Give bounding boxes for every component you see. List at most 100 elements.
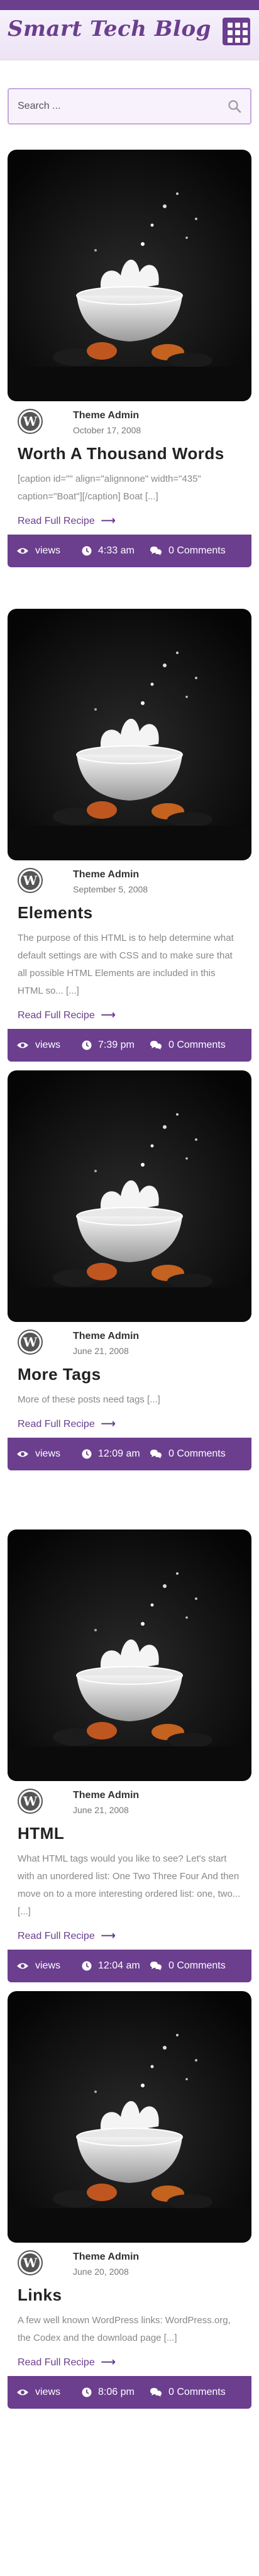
comments-stat[interactable]: 0 Comments <box>150 535 226 567</box>
post-meta: W Theme Admin June 21, 2008 <box>8 1781 251 1820</box>
post-card: W Theme Admin September 5, 2008 Elements… <box>8 609 251 1062</box>
site-header: Smart Tech Blog <box>0 10 259 60</box>
eye-icon <box>17 1963 28 1969</box>
post-meta: W Theme Admin September 5, 2008 <box>8 860 251 899</box>
post-stats-bar: views 4:33 am 0 Comments <box>8 535 251 567</box>
post-stats-bar: views 7:39 pm 0 Comments <box>8 1029 251 1062</box>
author-avatar[interactable]: W <box>18 1789 43 1814</box>
time-stat: 12:04 am <box>82 1950 140 1982</box>
site-title[interactable]: Smart Tech Blog <box>8 16 211 42</box>
views-stat: views <box>16 1438 60 1470</box>
author-avatar[interactable]: W <box>18 1330 43 1355</box>
post-date: October 17, 2008 <box>73 425 141 435</box>
post-meta: W Theme Admin October 17, 2008 <box>8 401 251 440</box>
views-label: views <box>35 2387 61 2397</box>
post-excerpt: More of these posts need tags [...] <box>18 1394 160 1405</box>
post-author[interactable]: Theme Admin <box>73 1331 139 1342</box>
time-stat: 8:06 pm <box>82 2376 135 2409</box>
time-stat: 4:33 am <box>82 535 135 567</box>
post-date: September 5, 2008 <box>73 884 148 894</box>
post-featured-image[interactable] <box>8 1530 251 1781</box>
arrow-right-icon: ⟶ <box>101 1419 116 1430</box>
post-time: 12:04 am <box>98 1960 140 1971</box>
post-featured-image[interactable] <box>8 1991 251 2243</box>
read-more-label: Read Full Recipe <box>18 516 95 526</box>
read-more-label: Read Full Recipe <box>18 1010 95 1021</box>
post-time: 4:33 am <box>98 545 135 556</box>
read-more-link[interactable]: Read Full Recipe ⟶ <box>8 1000 251 1029</box>
wordpress-icon: W <box>21 871 40 890</box>
post-meta: W Theme Admin June 21, 2008 <box>8 1322 251 1361</box>
post-featured-image[interactable] <box>8 1070 251 1322</box>
post-title[interactable]: Elements <box>8 899 251 923</box>
wordpress-icon: W <box>21 2253 40 2272</box>
post-card: W Theme Admin June 21, 2008 More Tags Mo… <box>8 1070 251 1470</box>
comments-stat[interactable]: 0 Comments <box>150 1029 226 1062</box>
read-more-label: Read Full Recipe <box>18 1931 95 1941</box>
wordpress-icon: W <box>21 1792 40 1811</box>
read-more-link[interactable]: Read Full Recipe ⟶ <box>8 2347 251 2376</box>
author-avatar[interactable]: W <box>18 2250 43 2275</box>
post-title[interactable]: HTML <box>8 1820 251 1844</box>
views-stat: views <box>16 535 60 567</box>
comments-icon <box>150 546 162 555</box>
post-author[interactable]: Theme Admin <box>73 1790 139 1801</box>
post-stats-bar: views 12:04 am 0 Comments <box>8 1950 251 1982</box>
post-title[interactable]: Links <box>8 2282 251 2306</box>
comments-count: 0 Comments <box>168 1960 226 1971</box>
views-label: views <box>35 1040 61 1050</box>
eye-icon <box>17 2389 28 2396</box>
views-stat: views <box>16 2376 60 2409</box>
post-excerpt: What HTML tags would you like to see? Le… <box>18 1853 241 1917</box>
post-date: June 21, 2008 <box>73 1346 129 1356</box>
wordpress-icon: W <box>21 1333 40 1352</box>
svg-text:W: W <box>23 414 38 429</box>
eye-icon <box>17 1042 28 1048</box>
clock-icon <box>82 546 92 556</box>
read-more-link[interactable]: Read Full Recipe ⟶ <box>8 1921 251 1950</box>
read-more-link[interactable]: Read Full Recipe ⟶ <box>8 506 251 535</box>
comments-count: 0 Comments <box>168 1448 226 1459</box>
post-author[interactable]: Theme Admin <box>73 2251 139 2263</box>
search-box <box>8 88 251 125</box>
post-excerpt: A few well known WordPress links: WordPr… <box>18 2315 231 2343</box>
menu-grid-icon <box>228 23 233 28</box>
post-author[interactable]: Theme Admin <box>73 869 139 880</box>
post-time: 8:06 pm <box>98 2387 135 2397</box>
post-excerpt: The purpose of this HTML is to help dete… <box>18 933 234 996</box>
post-title[interactable]: More Tags <box>8 1361 251 1385</box>
arrow-right-icon: ⟶ <box>101 1010 116 1021</box>
post-stats-bar: views 12:09 am 0 Comments <box>8 1438 251 1470</box>
arrow-right-icon: ⟶ <box>101 2357 116 2368</box>
comments-stat[interactable]: 0 Comments <box>150 1438 226 1470</box>
post-featured-image[interactable] <box>8 150 251 401</box>
views-label: views <box>35 545 61 556</box>
comments-stat[interactable]: 0 Comments <box>150 1950 226 1982</box>
post-meta: W Theme Admin June 20, 2008 <box>8 2243 251 2282</box>
post-card: W Theme Admin June 20, 2008 Links A few … <box>8 1991 251 2409</box>
comments-icon <box>150 1449 162 1458</box>
post-title[interactable]: Worth A Thousand Words <box>8 440 251 464</box>
comments-icon <box>150 2387 162 2397</box>
read-more-label: Read Full Recipe <box>18 1419 95 1430</box>
post-card: W Theme Admin June 21, 2008 HTML What HT… <box>8 1530 251 1982</box>
post-featured-image[interactable] <box>8 609 251 860</box>
post-date: June 20, 2008 <box>73 2267 129 2277</box>
author-avatar[interactable]: W <box>18 868 43 893</box>
post-author[interactable]: Theme Admin <box>73 410 139 421</box>
wordpress-icon: W <box>21 412 40 431</box>
read-more-link[interactable]: Read Full Recipe ⟶ <box>8 1409 251 1438</box>
eye-icon <box>17 1451 28 1457</box>
comments-icon <box>150 1961 162 1970</box>
menu-grid-button[interactable] <box>223 18 250 45</box>
top-accent-bar <box>0 0 259 10</box>
comments-stat[interactable]: 0 Comments <box>150 2376 226 2409</box>
views-label: views <box>35 1448 61 1459</box>
search-icon[interactable] <box>228 99 241 113</box>
comments-count: 0 Comments <box>168 545 226 556</box>
post-excerpt: [caption id="" align="alignnone" width="… <box>18 474 201 502</box>
author-avatar[interactable]: W <box>18 409 43 434</box>
post-time: 7:39 pm <box>98 1040 135 1050</box>
comments-count: 0 Comments <box>168 1040 226 1050</box>
search-input[interactable] <box>9 89 210 123</box>
